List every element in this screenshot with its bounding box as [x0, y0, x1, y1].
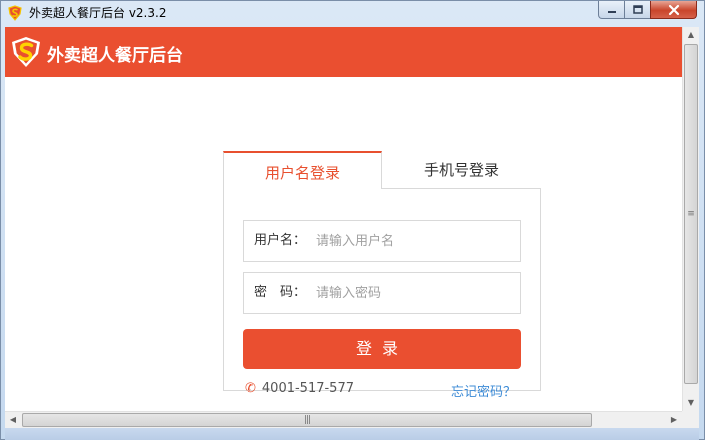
tab-phone-login[interactable]: 手机号登录: [382, 151, 541, 189]
brand-name: 外卖超人餐厅后台: [47, 46, 183, 66]
minimize-icon: [607, 10, 616, 13]
app-header: 外卖超人餐厅后台: [5, 27, 682, 77]
maximize-icon: [632, 4, 643, 14]
app-window: 外卖超人餐厅后台 v2.3.2 外卖超人餐厅后台 用户名登录 手机号登录 用户名…: [0, 0, 705, 440]
horizontal-scrollbar[interactable]: ◀ ||| ▶: [5, 411, 682, 428]
horizontal-scroll-thumb[interactable]: |||: [22, 413, 592, 427]
superman-s-shield-icon: [12, 37, 40, 67]
service-hotline: ✆ 4001-517-577: [245, 381, 354, 396]
title-bar[interactable]: 外卖超人餐厅后台 v2.3.2: [1, 1, 704, 25]
username-label: 用户名：: [254, 233, 307, 248]
vertical-scroll-thumb[interactable]: ≡: [684, 44, 698, 384]
tab-username-login[interactable]: 用户名登录: [223, 151, 382, 189]
superman-s-shield-icon: [8, 5, 22, 21]
username-field[interactable]: 用户名：: [243, 220, 521, 262]
hotline-number: 4001-517-577: [261, 381, 354, 396]
close-icon: [668, 4, 679, 15]
scroll-up-arrow-icon[interactable]: ▲: [683, 27, 699, 43]
password-label: 密 码：: [254, 285, 307, 300]
login-button[interactable]: 登录: [243, 329, 521, 369]
scroll-right-arrow-icon[interactable]: ▶: [666, 412, 682, 428]
scroll-down-arrow-icon[interactable]: ▼: [683, 395, 699, 411]
vertical-scrollbar[interactable]: ▲ ≡ ▼: [682, 27, 699, 411]
forgot-password-link[interactable]: 忘记密码？: [451, 381, 516, 400]
password-field[interactable]: 密 码：: [243, 272, 521, 314]
window-bottom-border: [5, 428, 699, 440]
window-title: 外卖超人餐厅后台 v2.3.2: [29, 6, 167, 20]
maximize-button[interactable]: [624, 1, 651, 19]
password-input[interactable]: [316, 281, 512, 305]
scroll-left-arrow-icon[interactable]: ◀: [5, 412, 21, 428]
close-button[interactable]: [650, 1, 697, 19]
minimize-button[interactable]: [598, 1, 625, 19]
scrollbar-corner: [682, 411, 699, 428]
username-input[interactable]: [316, 229, 512, 253]
phone-icon: ✆: [245, 381, 256, 396]
